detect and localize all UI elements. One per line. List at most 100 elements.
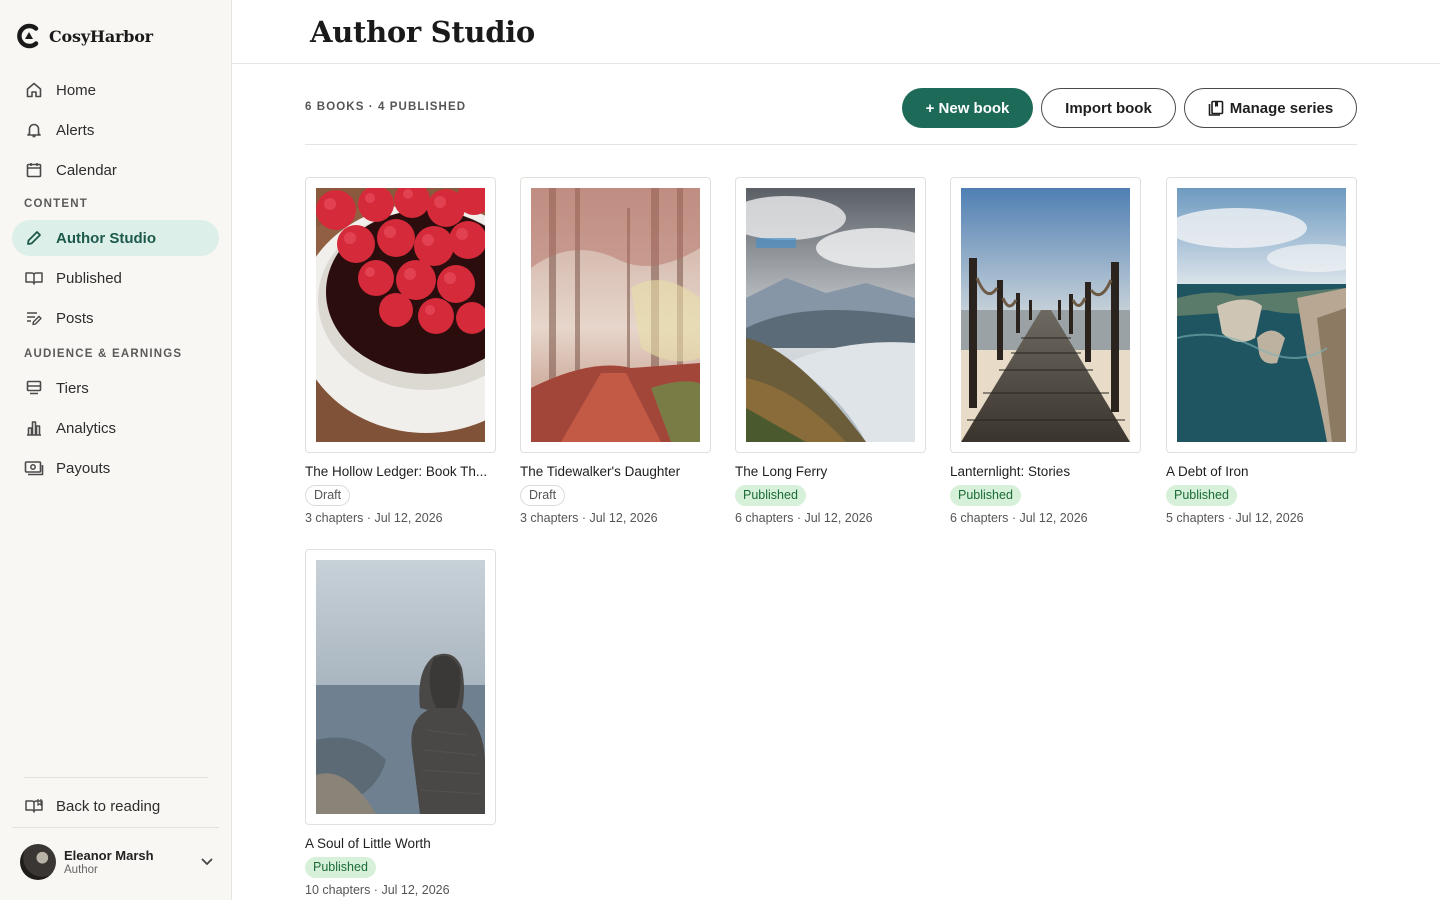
user-divider xyxy=(12,827,219,828)
toolbar-divider xyxy=(305,144,1357,145)
status-badge: Published xyxy=(735,485,806,506)
book-card[interactable]: The Hollow Ledger: Book Th... Draft 3 ch… xyxy=(305,177,497,525)
page-title: Author Studio xyxy=(310,15,535,49)
book-date: Jul 12, 2026 xyxy=(1019,511,1088,525)
book-card[interactable]: Lanternlight: Stories Published 6 chapte… xyxy=(950,177,1142,525)
page-header: Author Studio xyxy=(232,0,1440,64)
new-book-button[interactable]: + New book xyxy=(902,88,1033,128)
manage-series-label: Manage series xyxy=(1229,99,1334,117)
book-date: Jul 12, 2026 xyxy=(589,511,658,525)
series-icon xyxy=(1208,100,1224,116)
user-info: Eleanor Marsh Author xyxy=(64,848,199,876)
bell-icon xyxy=(24,120,44,140)
sidebar: CosyHarbor Home Alerts Calendar CONTENT xyxy=(0,0,232,900)
sidebar-item-published[interactable]: Published xyxy=(12,260,219,296)
book-date: Jul 12, 2026 xyxy=(381,883,450,897)
bar-chart-icon xyxy=(24,418,44,438)
book-chapters: 3 chapters xyxy=(305,511,364,525)
sidebar-item-label: Posts xyxy=(56,309,94,327)
book-chapters: 10 chapters xyxy=(305,883,371,897)
sidebar-item-label: Published xyxy=(56,269,122,287)
book-date: Jul 12, 2026 xyxy=(804,511,873,525)
pencil-icon xyxy=(24,228,44,248)
sidebar-item-label: Author Studio xyxy=(56,229,156,247)
sidebar-item-payouts[interactable]: Payouts xyxy=(12,450,219,486)
tiers-icon xyxy=(24,378,44,398)
brand-name: CosyHarbor xyxy=(49,26,153,46)
import-book-button[interactable]: Import book xyxy=(1041,88,1176,128)
cover-image-raspberries xyxy=(316,188,485,442)
cover-image-mountain-lake xyxy=(746,188,915,442)
avatar xyxy=(20,844,56,880)
brand[interactable]: CosyHarbor xyxy=(16,22,153,50)
sidebar-item-home[interactable]: Home xyxy=(12,72,219,108)
book-cover[interactable] xyxy=(520,177,711,453)
book-chapters: 3 chapters xyxy=(520,511,579,525)
sidebar-item-label: Back to reading xyxy=(56,797,161,815)
sidebar-item-posts[interactable]: Posts xyxy=(12,300,219,336)
sidebar-divider xyxy=(24,777,208,778)
sidebar-item-label: Tiers xyxy=(56,379,89,397)
sidebar-item-label: Analytics xyxy=(56,419,117,437)
brand-logo-icon xyxy=(17,23,39,49)
book-cover[interactable] xyxy=(305,549,496,825)
book-card[interactable]: The Long Ferry Published 6 chapters · Ju… xyxy=(735,177,927,525)
book-meta: 6 chapters · Jul 12, 2026 xyxy=(950,511,1088,525)
user-name: Eleanor Marsh xyxy=(64,848,154,863)
book-date: Jul 12, 2026 xyxy=(1235,511,1304,525)
cover-image-misty-forest xyxy=(531,188,700,442)
book-card[interactable]: A Debt of Iron Published 5 chapters · Ju… xyxy=(1166,177,1358,525)
calendar-icon xyxy=(24,160,44,180)
book-meta: 3 chapters · Jul 12, 2026 xyxy=(520,511,658,525)
sidebar-item-back[interactable]: Back to reading xyxy=(12,788,219,824)
book-meta: 3 chapters · Jul 12, 2026 xyxy=(305,511,443,525)
sidebar-item-tiers[interactable]: Tiers xyxy=(12,370,219,406)
book-date: Jul 12, 2026 xyxy=(374,511,443,525)
book-card[interactable]: The Tidewalker's Daughter Draft 3 chapte… xyxy=(520,177,712,525)
books-summary: 6 BOOKS · 4 PUBLISHED xyxy=(305,101,467,113)
book-title[interactable]: A Debt of Iron xyxy=(1166,463,1358,481)
status-badge: Draft xyxy=(305,485,351,506)
book-chapters: 6 chapters xyxy=(735,511,794,525)
book-title[interactable]: Lanternlight: Stories xyxy=(950,463,1142,481)
user-role: Author xyxy=(64,864,98,876)
book-title[interactable]: The Tidewalker's Daughter xyxy=(520,463,712,481)
book-card[interactable]: A Soul of Little Worth Published 10 chap… xyxy=(305,549,497,897)
nav-section-content: CONTENT xyxy=(24,198,88,210)
book-open-icon xyxy=(24,268,44,288)
cover-image-pier xyxy=(961,188,1130,442)
book-cover[interactable] xyxy=(735,177,926,453)
book-title[interactable]: A Soul of Little Worth xyxy=(305,835,497,853)
manage-series-button[interactable]: Manage series xyxy=(1184,88,1357,128)
chevron-down-icon[interactable] xyxy=(199,854,215,870)
sidebar-item-analytics[interactable]: Analytics xyxy=(12,410,219,446)
sidebar-item-calendar[interactable]: Calendar xyxy=(12,152,219,188)
cover-image-hooded-figure xyxy=(316,560,485,814)
book-cover[interactable] xyxy=(305,177,496,453)
reading-icon xyxy=(24,796,44,816)
sidebar-item-label: Alerts xyxy=(56,121,95,139)
user-menu[interactable]: Eleanor Marsh Author xyxy=(20,844,215,880)
book-cover[interactable] xyxy=(1166,177,1357,453)
book-cover[interactable] xyxy=(950,177,1141,453)
status-badge: Published xyxy=(305,857,376,878)
sidebar-nav: Home Alerts Calendar CONTENT Author Stud… xyxy=(12,72,219,490)
sidebar-item-label: Payouts xyxy=(56,459,111,477)
sidebar-item-author-studio[interactable]: Author Studio xyxy=(12,220,219,256)
status-badge: Published xyxy=(1166,485,1237,506)
payouts-icon xyxy=(24,458,44,478)
book-meta: 10 chapters · Jul 12, 2026 xyxy=(305,883,450,897)
back-to-reading-link[interactable]: Back to reading xyxy=(12,788,219,824)
cover-image-sea-cliffs xyxy=(1177,188,1346,442)
sidebar-item-alerts[interactable]: Alerts xyxy=(12,112,219,148)
book-meta: 6 chapters · Jul 12, 2026 xyxy=(735,511,873,525)
book-title[interactable]: The Hollow Ledger: Book Th... xyxy=(305,463,497,481)
book-chapters: 6 chapters xyxy=(950,511,1009,525)
sidebar-item-label: Calendar xyxy=(56,161,117,179)
sidebar-item-label: Home xyxy=(56,81,97,99)
posts-icon xyxy=(24,308,44,328)
book-chapters: 5 chapters xyxy=(1166,511,1225,525)
book-meta: 5 chapters · Jul 12, 2026 xyxy=(1166,511,1304,525)
home-icon xyxy=(24,80,44,100)
book-title[interactable]: The Long Ferry xyxy=(735,463,927,481)
